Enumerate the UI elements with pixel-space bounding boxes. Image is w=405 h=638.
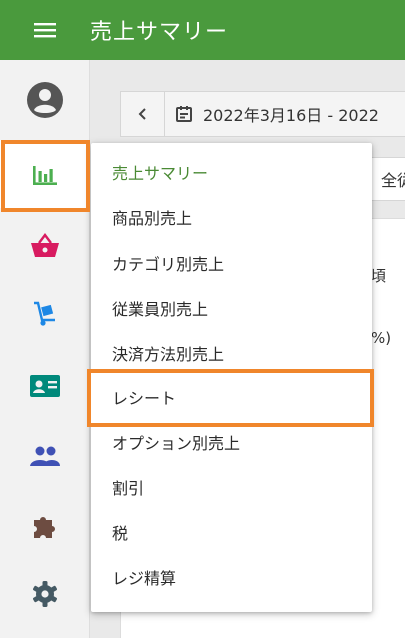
date-range-picker[interactable]: 2022年3月16日 - 2022 <box>120 91 405 137</box>
calendar-icon <box>176 106 192 122</box>
navigation-sidebar <box>0 60 90 638</box>
sidebar-item-customers[interactable] <box>0 352 90 420</box>
menu-item-receipts[interactable]: レシート <box>91 374 372 419</box>
menu-item-sales-by-modifier[interactable]: オプション別売上 <box>91 419 372 464</box>
contact-card-icon <box>30 375 60 397</box>
menu-item-sales-summary[interactable]: 売上サマリー <box>91 149 372 194</box>
top-app-bar: 売上サマリー <box>0 0 405 60</box>
page-title: 売上サマリー <box>90 20 229 45</box>
menu-item-sales-by-employee[interactable]: 従業員別売上 <box>91 285 372 330</box>
menu-item-sales-by-payment-type[interactable]: 決済方法別売上 <box>91 330 372 375</box>
menu-item-taxes[interactable]: 税 <box>91 509 372 554</box>
account-circle-icon <box>27 82 63 118</box>
sidebar-item-inventory[interactable] <box>0 280 90 348</box>
date-range-text: 2022年3月16日 - 2022 <box>203 106 379 125</box>
hand-truck-icon <box>34 301 55 326</box>
menu-item-sales-by-item[interactable]: 商品別売上 <box>91 194 372 239</box>
sidebar-item-reports[interactable] <box>0 140 90 208</box>
sidebar-item-integrations[interactable] <box>0 492 90 560</box>
sidebar-item-items[interactable] <box>0 212 90 280</box>
hamburger-menu-icon <box>34 23 56 38</box>
menu-item-sales-by-category[interactable]: カテゴリ別売上 <box>91 240 372 285</box>
menu-item-discounts[interactable]: 割引 <box>91 464 372 509</box>
reports-menu: 売上サマリー 商品別売上 カテゴリ別売上 従業員別売上 決済方法別売上 レシート… <box>91 143 372 612</box>
menu-item-shifts[interactable]: レジ精算 <box>91 554 372 599</box>
chevron-left-icon <box>138 108 146 120</box>
gear-icon <box>33 581 57 607</box>
card-percent-text: %) <box>371 329 392 347</box>
card-column-label: 頃 <box>371 267 387 285</box>
app-window: 売上サマリー 2022年3月16日 - 2022 全従 <box>0 0 405 638</box>
puzzle-icon <box>34 517 55 538</box>
hamburger-menu-button[interactable] <box>0 0 90 60</box>
sidebar-item-settings[interactable] <box>0 560 90 628</box>
sidebar-item-employees[interactable] <box>0 422 90 490</box>
people-icon <box>30 446 60 466</box>
employee-filter-select[interactable]: 全従 <box>370 157 405 201</box>
shopping-basket-icon <box>31 233 59 257</box>
previous-period-button[interactable] <box>121 92 165 136</box>
sidebar-item-account[interactable] <box>0 66 90 134</box>
bar-chart-icon <box>33 166 57 185</box>
